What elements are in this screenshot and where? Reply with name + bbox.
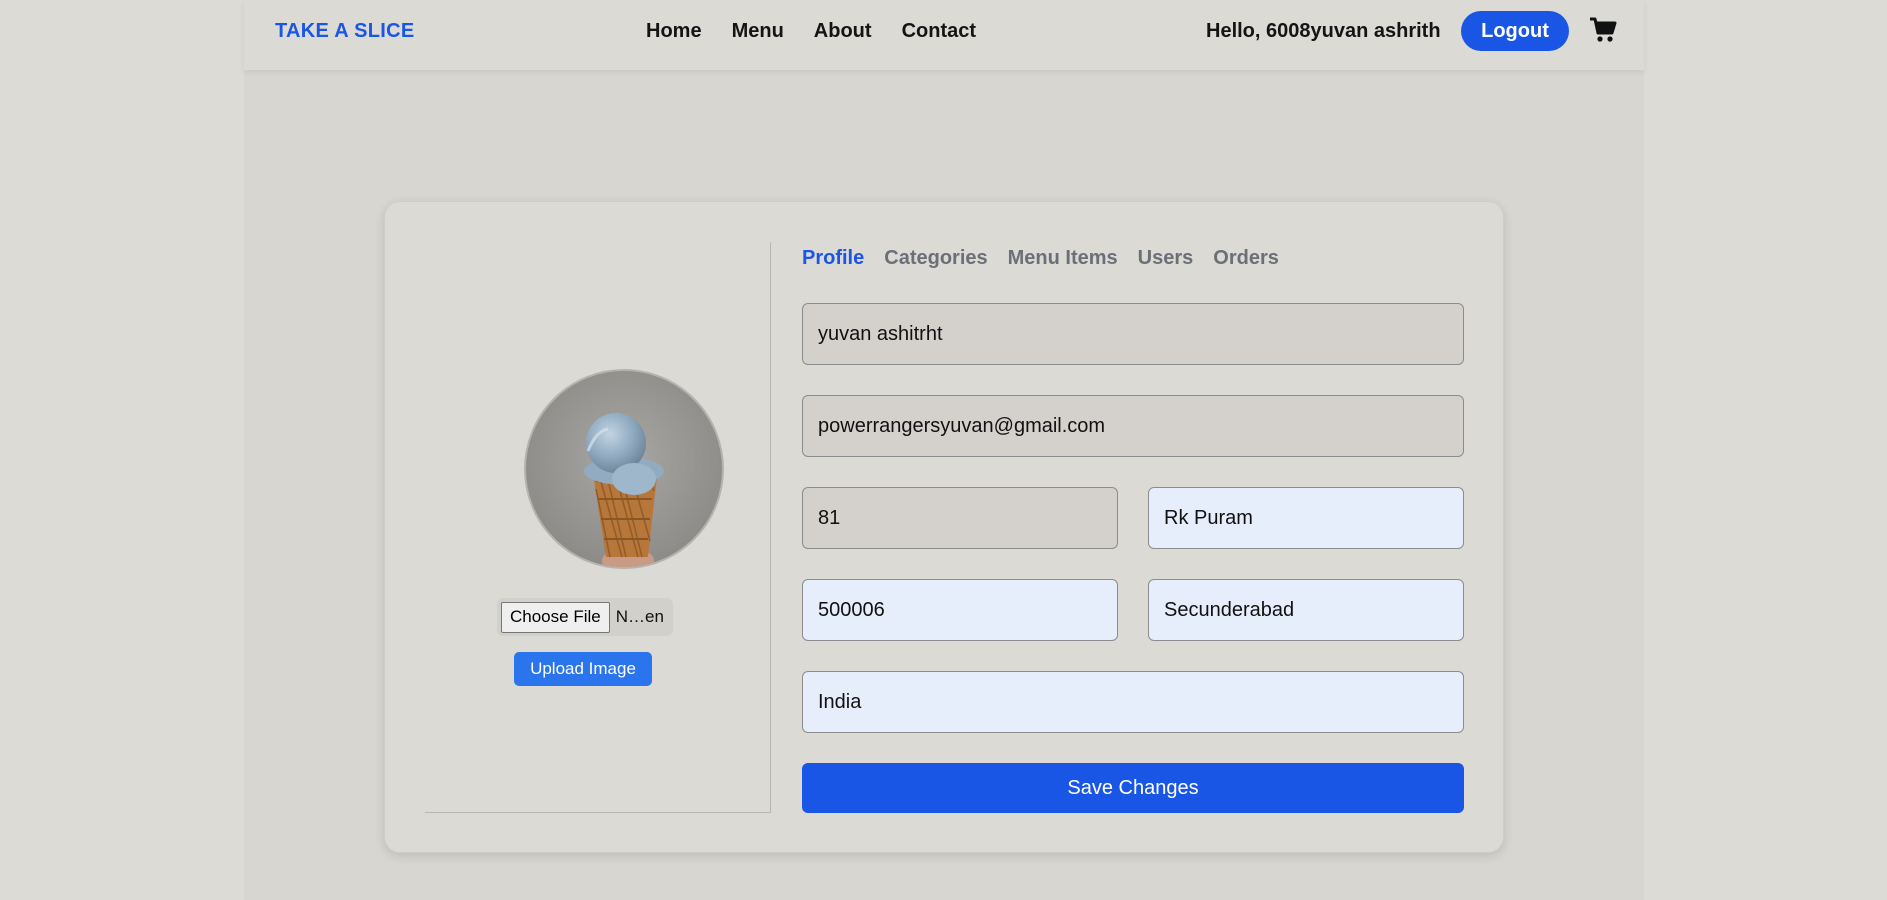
profile-avatar xyxy=(524,369,724,569)
brand-logo[interactable]: TAKE A SLICE xyxy=(275,20,415,43)
tab-categories[interactable]: Categories xyxy=(884,247,987,270)
upload-image-button[interactable]: Upload Image xyxy=(514,652,652,686)
nav-menu-link[interactable]: Menu xyxy=(732,20,784,43)
dashboard-tabs: Profile Categories Menu Items Users Orde… xyxy=(802,247,1279,270)
top-navbar: TAKE A SLICE Home Menu About Contact Hel… xyxy=(244,0,1644,70)
tab-users[interactable]: Users xyxy=(1138,247,1194,270)
profile-card: Choose File N…en Upload Image Profile Ca… xyxy=(384,201,1504,853)
user-greeting: Hello, 6008yuvan ashrith xyxy=(1206,20,1441,42)
nav-home-link[interactable]: Home xyxy=(646,20,702,43)
tab-menu-items[interactable]: Menu Items xyxy=(1008,247,1118,270)
ice-cream-cone-photo xyxy=(584,413,664,567)
country-field[interactable] xyxy=(802,671,1464,733)
street-field[interactable] xyxy=(1148,487,1464,549)
name-field[interactable] xyxy=(802,303,1464,365)
save-changes-button[interactable]: Save Changes xyxy=(802,763,1464,813)
postal-code-field[interactable] xyxy=(802,579,1118,641)
city-field[interactable] xyxy=(1148,579,1464,641)
nav-about-link[interactable]: About xyxy=(814,20,872,43)
house-number-field[interactable] xyxy=(802,487,1118,549)
selected-file-name: N…en xyxy=(615,607,664,626)
file-picker: Choose File N…en xyxy=(497,598,673,636)
cart-icon[interactable] xyxy=(1589,17,1617,43)
nav-contact-link[interactable]: Contact xyxy=(902,20,976,43)
logout-button[interactable]: Logout xyxy=(1461,11,1569,51)
tab-profile[interactable]: Profile xyxy=(802,247,864,270)
main-nav: Home Menu About Contact xyxy=(646,20,976,43)
tab-orders[interactable]: Orders xyxy=(1213,247,1279,270)
choose-file-button[interactable]: Choose File xyxy=(501,601,610,633)
avatar-panel: Choose File N…en Upload Image xyxy=(425,242,771,813)
email-field[interactable] xyxy=(802,395,1464,457)
